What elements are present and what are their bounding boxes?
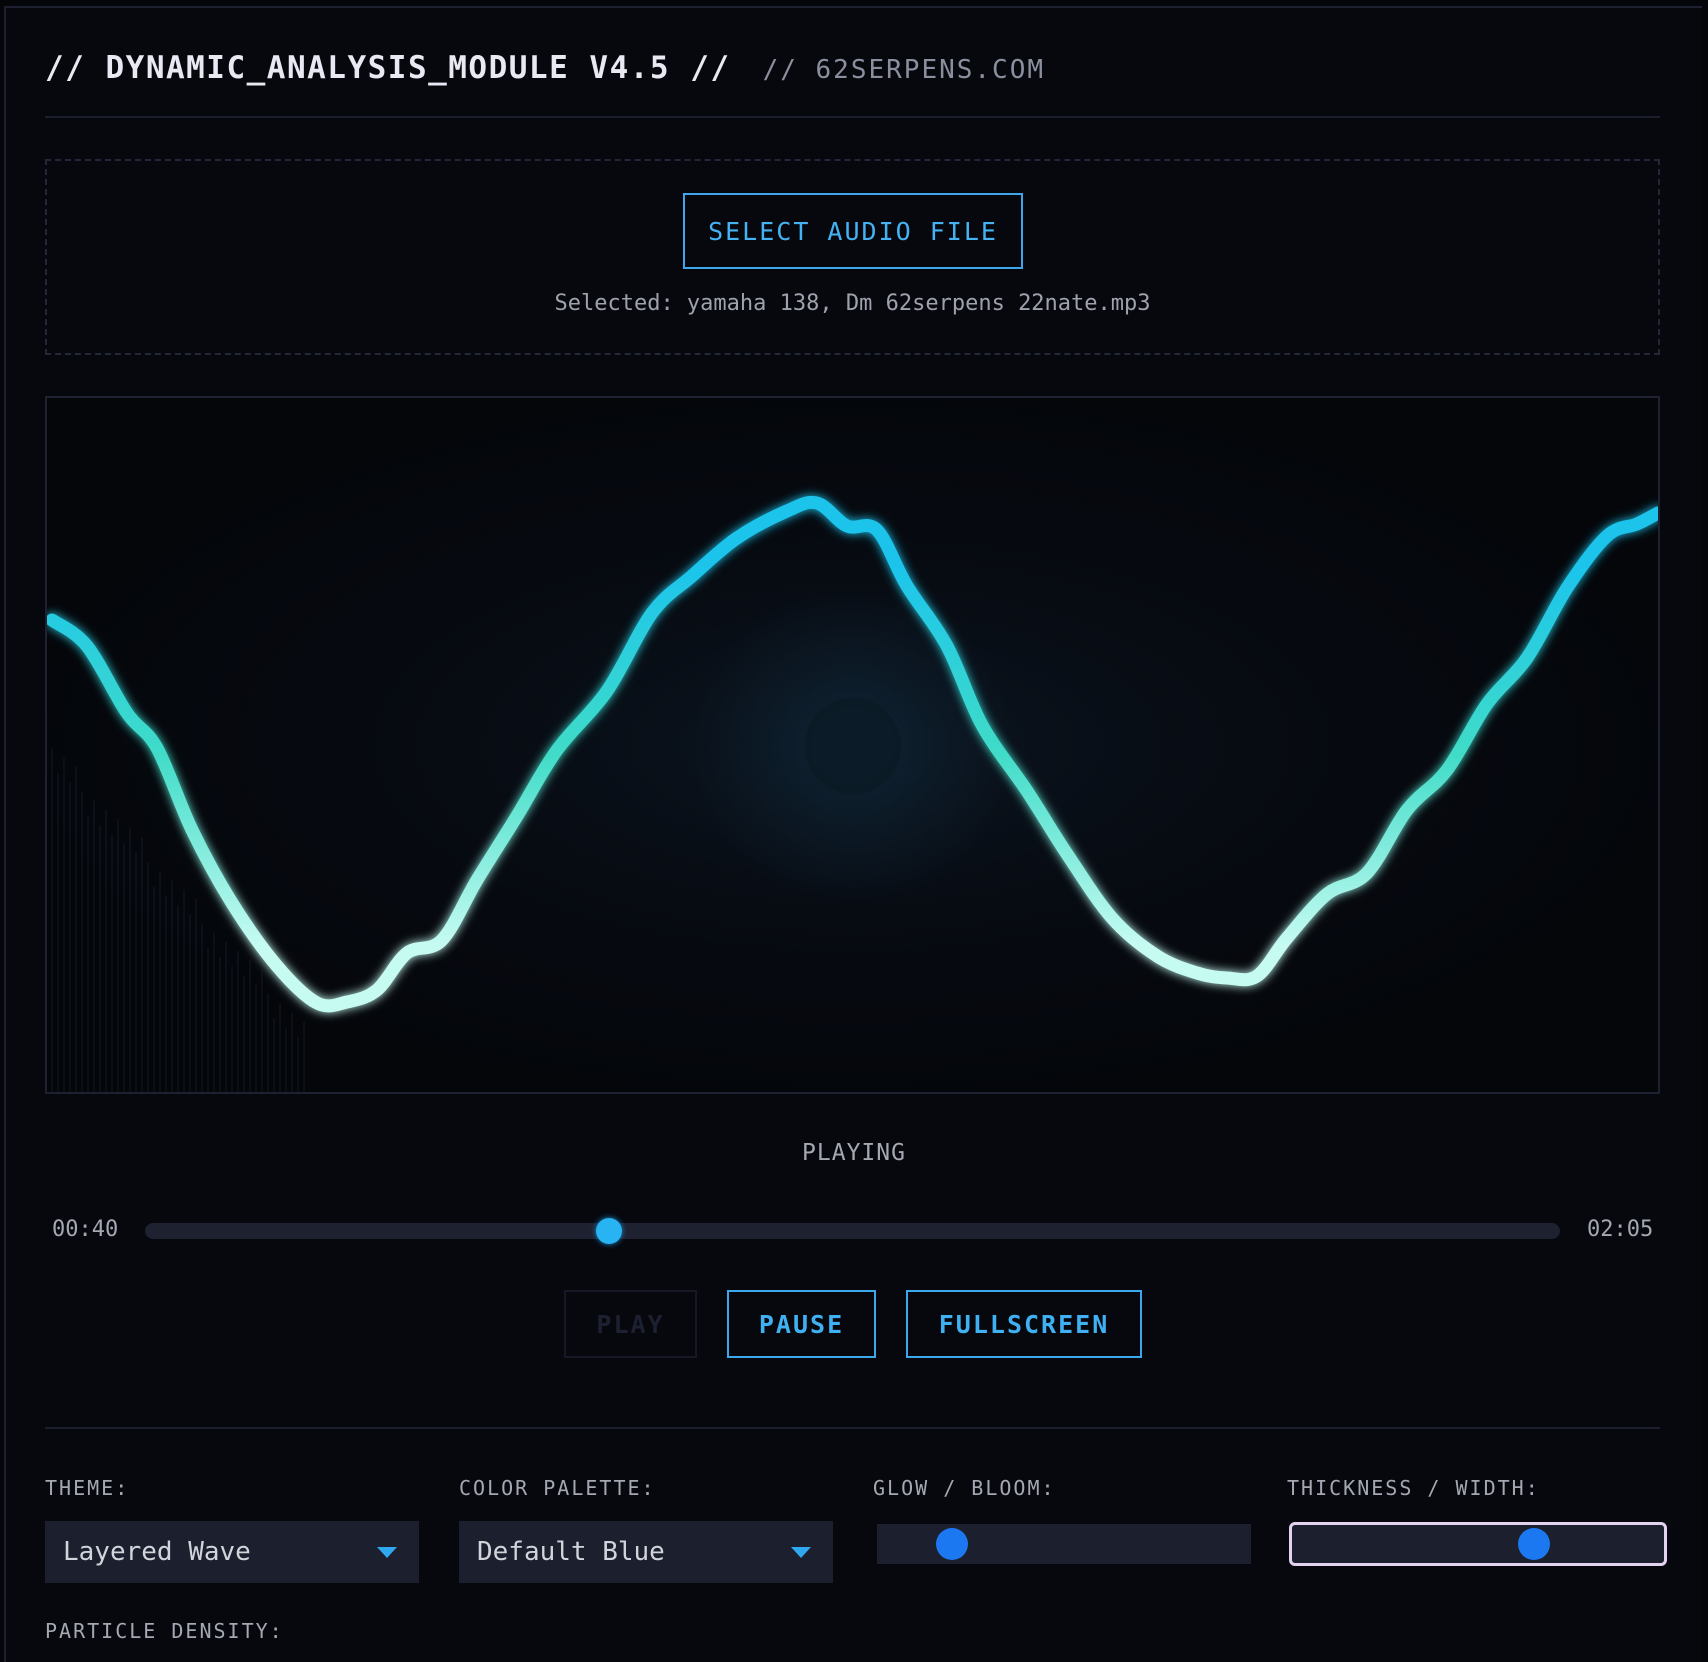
spectrum-bar [69, 782, 71, 1092]
waveform-graphic [47, 495, 1658, 1092]
spectrum-bar [243, 975, 245, 1092]
theme-select-value: Layered Wave [63, 1537, 251, 1567]
spectrum-bar [261, 969, 263, 1092]
spectrum-bar [111, 834, 113, 1092]
spectrum-bar [195, 898, 197, 1092]
spectrum-bar [81, 791, 83, 1092]
play-button[interactable]: PLAY [564, 1290, 697, 1358]
seek-slider[interactable] [145, 1218, 1560, 1244]
spectrum-bar [63, 757, 65, 1092]
spectrum-bar [297, 1037, 299, 1092]
palette-label: COLOR PALETTE: [459, 1476, 656, 1500]
palette-select[interactable]: Default Blue [459, 1521, 833, 1583]
selected-file-label: Selected: yamaha 138, Dm 62serpens 22nat… [554, 291, 1151, 316]
glow-slider-thumb[interactable] [935, 1528, 968, 1560]
chevron-down-icon [791, 1547, 811, 1558]
playback-status: PLAYING [802, 1140, 906, 1166]
palette-select-value: Default Blue [477, 1537, 665, 1567]
spectrum-bar [153, 886, 155, 1092]
spectrum-bar [237, 951, 239, 1092]
spectrum-bar [99, 825, 101, 1092]
spectrum-bar [183, 889, 185, 1092]
fullscreen-button[interactable]: FULLSCREEN [906, 1290, 1142, 1358]
particle-density-label: PARTICLE DENSITY: [45, 1619, 284, 1643]
spectrum-bar [141, 837, 143, 1092]
spectrum-bar [159, 871, 161, 1092]
spectrum-bar [303, 1021, 305, 1092]
header: // DYNAMIC_ANALYSIS_MODULE V4.5 // // 62… [45, 50, 1045, 86]
spectrum-bar [93, 800, 95, 1092]
spectrum-bar [75, 766, 77, 1092]
theme-select[interactable]: Layered Wave [45, 1521, 419, 1583]
spectrum-bar [129, 828, 131, 1092]
glow-label: GLOW / BLOOM: [873, 1476, 1056, 1500]
site-credit: // 62SERPENS.COM [762, 55, 1046, 85]
spectrum-bar [231, 966, 233, 1092]
app-title: // DYNAMIC_ANALYSIS_MODULE V4.5 // [45, 50, 731, 86]
glow-slider[interactable] [877, 1524, 1251, 1564]
spectrum-bar [279, 1003, 281, 1092]
pause-button[interactable]: PAUSE [727, 1290, 876, 1358]
header-divider [45, 116, 1660, 118]
spectrum-bar [147, 862, 149, 1092]
chevron-down-icon [377, 1547, 397, 1558]
thickness-slider-thumb[interactable] [1517, 1528, 1550, 1560]
spectrum-bar [255, 984, 257, 1092]
seek-thumb[interactable] [596, 1218, 623, 1244]
spectrum-bar [135, 852, 137, 1092]
spectrum-bar [177, 905, 179, 1092]
spectrum-bar [165, 895, 167, 1092]
center-orb [805, 698, 901, 794]
spectrum-bar [57, 773, 59, 1092]
spectrum-bar [123, 843, 125, 1092]
spectrum-bar [219, 957, 221, 1092]
spectrum-bar [249, 960, 251, 1092]
select-audio-file-button[interactable]: SELECT AUDIO FILE [683, 193, 1023, 269]
spectrum-bar [189, 914, 191, 1092]
spectrum-bar [273, 1018, 275, 1092]
thickness-label: THICKNESS / WIDTH: [1287, 1476, 1540, 1500]
visualizer-canvas [45, 396, 1660, 1094]
theme-label: THEME: [45, 1476, 130, 1500]
spectrum-bar [207, 948, 209, 1092]
controls-divider [45, 1427, 1660, 1429]
spectrum-bar [171, 880, 173, 1092]
spectrum-bar [87, 816, 89, 1092]
spectrum-bar [117, 819, 119, 1092]
spectrum-bar [285, 1027, 287, 1092]
upload-panel: SELECT AUDIO FILE Selected: yamaha 138, … [45, 159, 1660, 355]
spectrum-bar [225, 941, 227, 1092]
spectrum-bar [201, 923, 203, 1092]
spectrum-bar [51, 748, 53, 1092]
spectrum-bar [267, 994, 269, 1092]
spectrum-bar [291, 1012, 293, 1092]
current-time: 00:40 [52, 1217, 119, 1242]
total-time: 02:05 [1587, 1217, 1654, 1242]
spectrum-bar [105, 809, 107, 1092]
spectrum-bar [213, 932, 215, 1092]
thickness-slider[interactable] [1289, 1522, 1667, 1566]
